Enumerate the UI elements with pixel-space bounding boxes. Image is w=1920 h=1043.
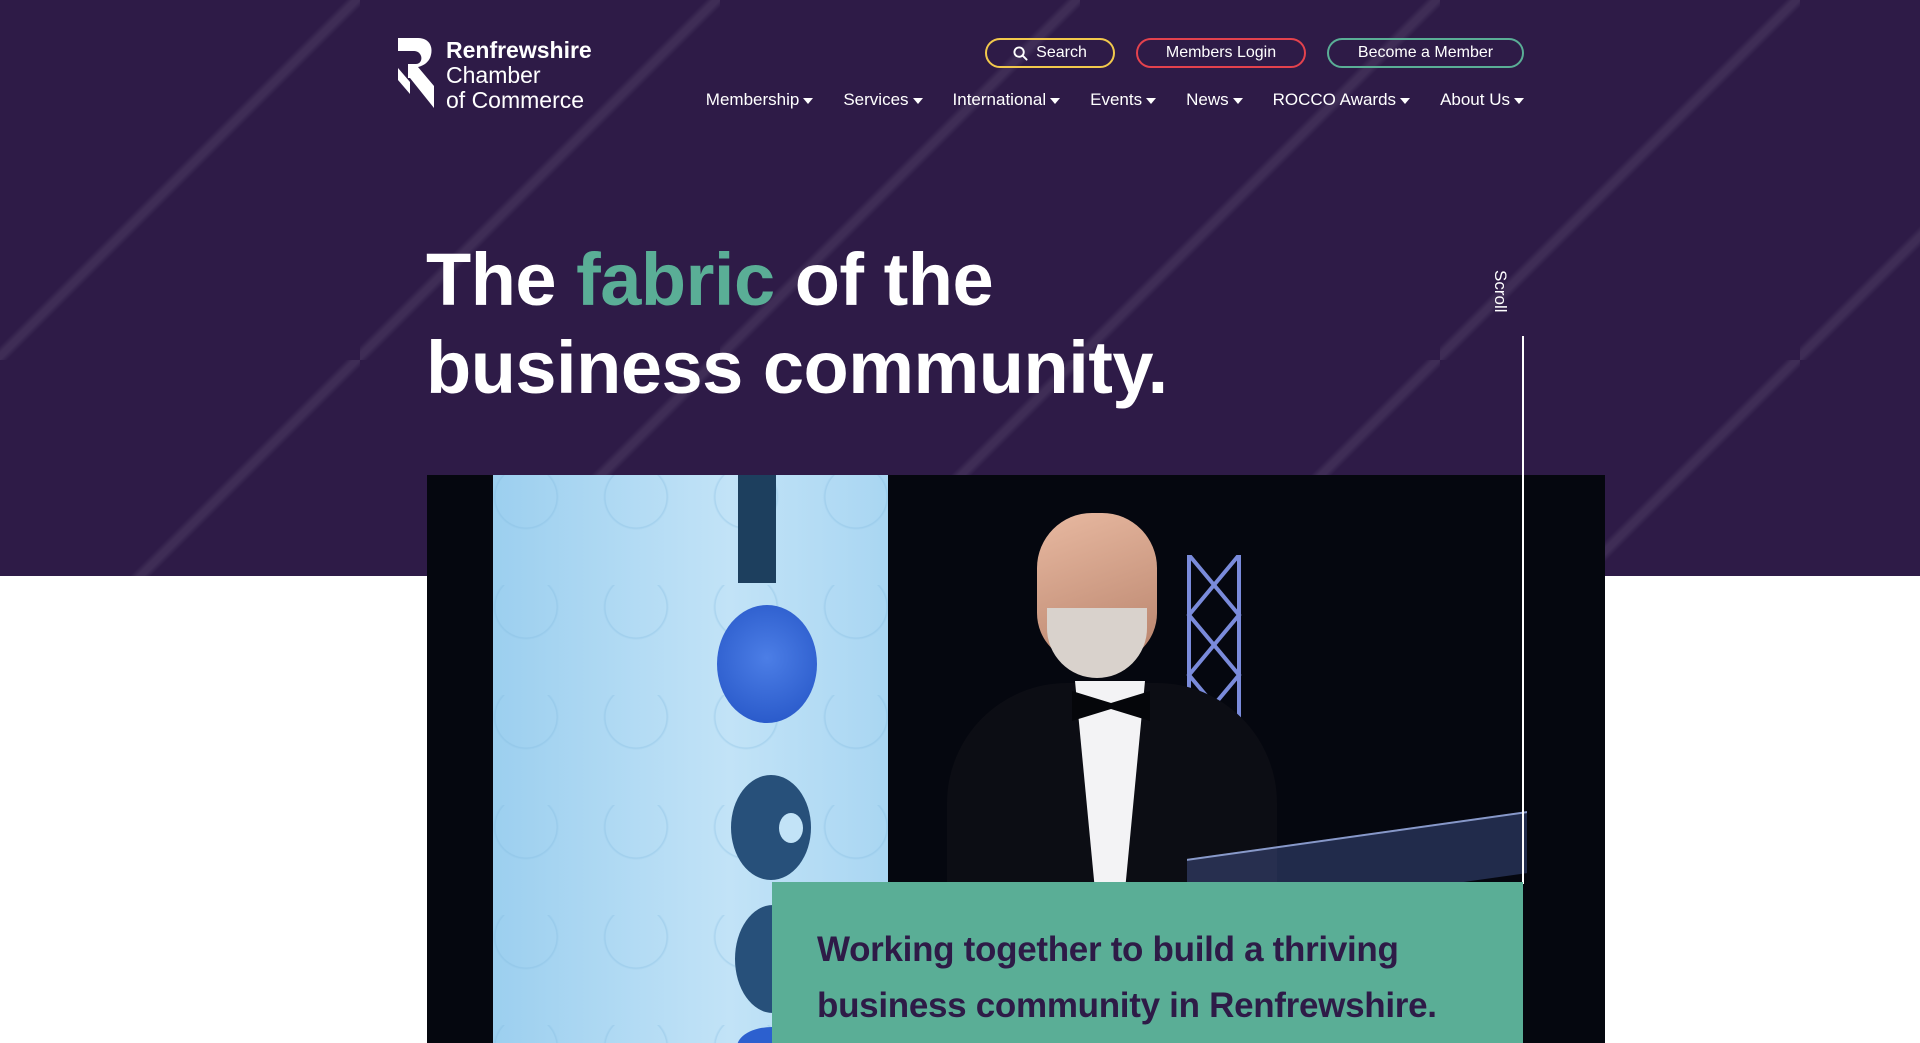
tagline-box: Working together to build a thriving bus… [772, 882, 1523, 1043]
nav-item-about-us[interactable]: About Us [1440, 90, 1524, 110]
banner-dot [717, 605, 817, 723]
headline-line-2: business community. [426, 326, 1168, 409]
tagline: Working together to build a thriving bus… [817, 922, 1478, 1034]
scroll-indicator-label[interactable]: Scroll [1490, 270, 1510, 313]
caret-down-icon [1146, 98, 1157, 104]
nav-item-label: News [1186, 90, 1229, 109]
banner-letter-c [731, 775, 811, 880]
headline-accent: fabric [576, 238, 775, 321]
scroll-indicator-line [1522, 336, 1524, 884]
search-button-label: Search [1036, 44, 1087, 61]
tagline-line-2: business community in Renfrewshire. [817, 986, 1437, 1025]
logo-line-1: Renfrewshire [446, 37, 592, 63]
site-logo[interactable]: Renfrewshire Chamber of Commerce [396, 38, 592, 113]
nav-item-events[interactable]: Events [1090, 90, 1157, 110]
nav-item-label: About Us [1440, 90, 1510, 109]
nav-item-rocco-awards[interactable]: ROCCO Awards [1272, 90, 1411, 110]
nav-item-news[interactable]: News [1186, 90, 1243, 110]
members-login-button[interactable]: Members Login [1136, 38, 1306, 68]
banner-letter [738, 475, 776, 583]
hero-headline: The fabric of the business community. [426, 236, 1168, 412]
caret-down-icon [1514, 98, 1524, 104]
nav-item-label: ROCCO Awards [1272, 90, 1397, 109]
nav-item-label: Membership [705, 90, 800, 109]
become-member-button[interactable]: Become a Member [1327, 38, 1524, 68]
nav-item-international[interactable]: International [953, 90, 1061, 110]
tagline-line-1: Working together to build a thriving [817, 930, 1399, 969]
speaker-beard [1047, 608, 1147, 678]
logo-line-2: Chamber [446, 62, 541, 88]
headline-part-1: The [426, 238, 577, 321]
nav-item-label: Services [843, 90, 909, 109]
caret-down-icon [1400, 98, 1411, 104]
logo-line-3: of Commerce [446, 87, 585, 113]
nav-item-label: Events [1090, 90, 1143, 109]
logo-text: Renfrewshire Chamber of Commerce [446, 38, 592, 113]
headline-part-2: of the [774, 238, 994, 321]
header-actions: Search Members Login Become a Member [985, 38, 1524, 68]
caret-down-icon [912, 98, 923, 104]
caret-down-icon [1050, 98, 1061, 104]
members-login-label: Members Login [1165, 44, 1277, 61]
become-member-label: Become a Member [1357, 44, 1494, 61]
nav-item-membership[interactable]: Membership [706, 90, 814, 110]
caret-down-icon [803, 98, 814, 104]
search-button[interactable]: Search [985, 38, 1115, 68]
main-nav: Membership Services International Events… [706, 90, 1524, 110]
search-icon [1013, 45, 1028, 61]
nav-item-label: International [952, 90, 1047, 109]
caret-down-icon [1232, 98, 1243, 104]
nav-item-services[interactable]: Services [843, 90, 923, 110]
logo-mark-icon [398, 38, 434, 108]
